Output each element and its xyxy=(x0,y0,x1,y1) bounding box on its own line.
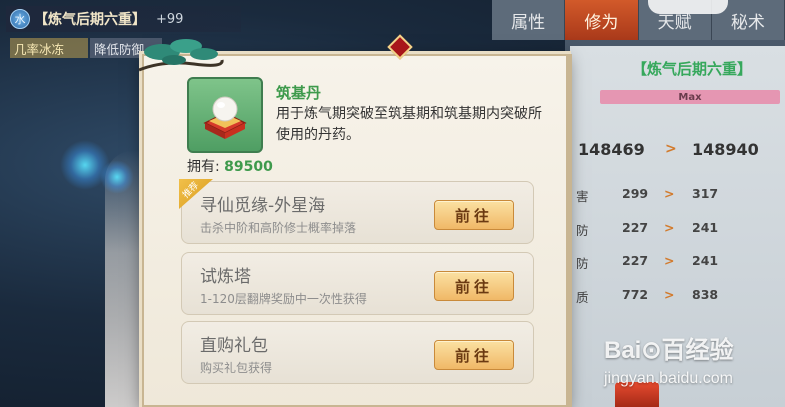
stat-label: 防 xyxy=(576,223,589,238)
stat-next: 838 xyxy=(692,287,719,302)
stat-current: 772 xyxy=(622,287,649,302)
go-button[interactable]: 前往 xyxy=(434,271,514,301)
dialog-rail xyxy=(568,54,572,407)
source-title: 寻仙觅缘-外星海 xyxy=(200,196,326,216)
owned-number: 89500 xyxy=(224,159,273,175)
stat-current: 227 xyxy=(622,253,649,268)
source-subtitle: 1-120层翻牌奖励中一次性获得 xyxy=(200,292,367,306)
stat-label: 防 xyxy=(576,256,589,271)
cultivation-progress-bar: Max xyxy=(600,90,780,104)
source-subtitle: 击杀中阶和高阶修士概率掉落 xyxy=(200,221,357,235)
pill-item-icon xyxy=(187,77,263,153)
water-element-icon: 水 xyxy=(10,9,30,29)
watermark-logo: Bai⊙百经验 xyxy=(604,337,734,364)
stat-row: 防 227 > 241 xyxy=(572,253,782,275)
item-description: 用于炼气期突破至筑基期和筑基期内突破所使用的丹药。 xyxy=(276,106,542,143)
source-title: 试炼塔 xyxy=(200,267,251,287)
pine-branch-icon xyxy=(138,39,224,72)
rank-title: 【炼气后期六重】 xyxy=(631,60,752,78)
realm-bonus: +99 xyxy=(156,11,184,27)
stat-row: 防 227 > 241 xyxy=(572,220,782,242)
stat-label: 害 xyxy=(576,189,589,204)
source-title: 直购礼包 xyxy=(200,336,268,356)
main-stat-next: 148940 xyxy=(692,140,759,159)
realm-header: 水 【炼气后期六重】 +99 xyxy=(6,6,241,32)
go-button[interactable]: 前往 xyxy=(434,200,514,230)
source-card: 试炼塔 1-120层翻牌奖励中一次性获得 前往 xyxy=(181,252,534,315)
spirit-glow xyxy=(100,160,134,194)
source-subtitle: 购买礼包获得 xyxy=(200,361,273,375)
stat-current: 227 xyxy=(622,220,649,235)
main-stat-current: 148469 xyxy=(578,140,645,159)
stat-arrow-icon: > xyxy=(665,141,677,157)
realm-name: 【炼气后期六重】 xyxy=(34,12,146,28)
source-card: 直购礼包 购买礼包获得 前往 xyxy=(181,321,534,384)
stat-next: 317 xyxy=(692,186,719,201)
owned-label: 拥有: xyxy=(187,159,220,175)
stat-arrow-icon: > xyxy=(664,253,675,268)
tab-attributes[interactable]: 属性 xyxy=(492,0,566,40)
effect-tag-freeze: 几率冰冻 xyxy=(10,38,88,58)
pill-icon xyxy=(203,96,247,139)
stat-current: 299 xyxy=(622,186,649,201)
stat-label: 质 xyxy=(576,290,589,305)
stat-arrow-icon: > xyxy=(664,186,675,201)
stat-next: 241 xyxy=(692,220,719,235)
owned-count: 拥有: 89500 xyxy=(187,156,273,176)
item-name: 筑基丹 xyxy=(276,84,322,102)
watermark-url: jingyan.baidu.com xyxy=(604,370,733,387)
side-tabs: 属性 修为 天赋 秘术 xyxy=(492,0,785,40)
stat-row: 质 772 > 838 xyxy=(572,287,782,309)
stat-next: 241 xyxy=(692,253,719,268)
tab-cultivation[interactable]: 修为 xyxy=(565,0,639,40)
go-button[interactable]: 前往 xyxy=(434,340,514,370)
stat-arrow-icon: > xyxy=(664,220,675,235)
source-card: 推荐 寻仙觅缘-外星海 击杀中阶和高阶修士概率掉落 前往 xyxy=(179,179,534,244)
stat-arrow-icon: > xyxy=(664,287,675,302)
stat-row: 害 299 > 317 xyxy=(572,186,782,208)
notification-bubble[interactable] xyxy=(648,0,728,14)
recommend-label: 推荐 xyxy=(181,180,201,201)
